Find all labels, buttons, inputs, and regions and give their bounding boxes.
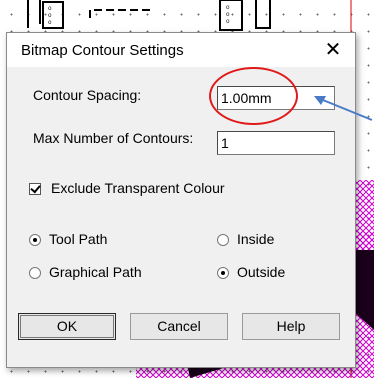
- contour-spacing-input[interactable]: [217, 86, 335, 110]
- graphical-path-radio[interactable]: [29, 267, 41, 279]
- dialog-title: Bitmap Contour Settings: [21, 42, 184, 59]
- close-icon: ✕: [324, 39, 342, 61]
- tool-path-label: Tool Path: [49, 231, 108, 247]
- inside-radio[interactable]: [217, 234, 229, 246]
- svg-text:o: o: [226, 11, 230, 18]
- checkmark-icon: [30, 182, 41, 194]
- contour-spacing-label: Contour Spacing:: [33, 87, 142, 103]
- svg-text:o: o: [48, 5, 52, 12]
- canvas-small-glyphs: ooo ooo: [48, 4, 230, 26]
- svg-text:o: o: [226, 4, 230, 11]
- outside-radio[interactable]: [217, 267, 229, 279]
- outside-label: Outside: [237, 264, 286, 280]
- radio-selected-dot: [33, 238, 37, 242]
- exclude-transparent-checkbox[interactable]: [29, 182, 41, 195]
- bitmap-contour-settings-dialog: Bitmap Contour Settings ✕ Contour Spacin…: [6, 32, 356, 368]
- max-contours-label: Max Number of Contours:: [33, 130, 194, 146]
- svg-text:o: o: [48, 19, 52, 26]
- inside-label: Inside: [237, 231, 275, 247]
- max-contours-input[interactable]: [217, 131, 335, 155]
- cancel-button[interactable]: Cancel: [130, 313, 228, 340]
- ok-button[interactable]: OK: [18, 313, 116, 340]
- svg-text:o: o: [48, 12, 52, 19]
- close-button[interactable]: ✕: [311, 33, 355, 67]
- exclude-transparent-label: Exclude Transparent Colour: [51, 180, 225, 196]
- dialog-titlebar[interactable]: Bitmap Contour Settings ✕: [7, 33, 355, 67]
- radio-selected-dot: [221, 271, 225, 275]
- help-button[interactable]: Help: [242, 313, 340, 340]
- tool-path-radio[interactable]: [29, 234, 41, 246]
- canvas-schematic: [27, 0, 271, 31]
- svg-text:o: o: [226, 18, 230, 25]
- graphical-path-label: Graphical Path: [49, 264, 142, 280]
